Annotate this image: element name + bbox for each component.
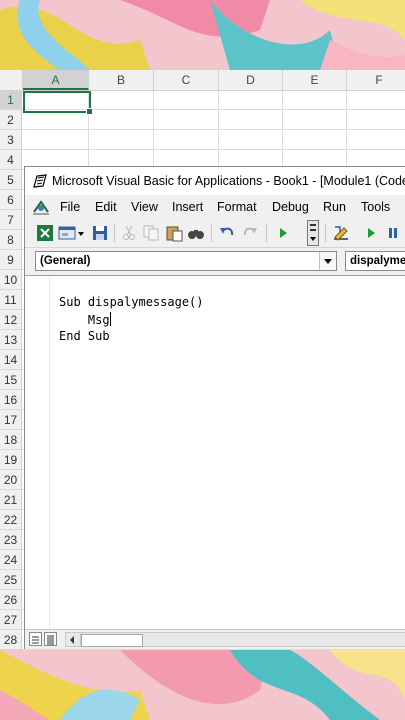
row-header-17[interactable]: 17 [0,410,22,430]
vba-app-icon [33,174,47,188]
row-header-18[interactable]: 18 [0,430,22,450]
row-header-10[interactable]: 10 [0,270,22,290]
row-header-8[interactable]: 8 [0,230,22,250]
vba-editor-window: Microsoft Visual Basic for Applications … [24,166,405,649]
vbe-menu-bar: File Edit View Insert Format Debug Run T… [25,195,405,219]
design-mode-icon[interactable] [332,224,350,242]
column-header-b[interactable]: B [89,70,154,90]
row-header-3[interactable]: 3 [0,130,22,150]
menu-edit[interactable]: Edit [95,195,117,219]
toolbar-grip-icon[interactable] [307,220,319,246]
object-dropdown[interactable]: (General) [35,251,337,271]
undo-icon[interactable] [218,224,236,242]
column-header-d[interactable]: D [219,70,283,90]
row-header-2[interactable]: 2 [0,110,22,130]
select-all-corner[interactable] [0,70,23,90]
cut-icon[interactable] [120,224,138,242]
procedure-dropdown[interactable]: dispalymessage [345,251,405,271]
row-header-1[interactable]: 1 [0,90,22,110]
procedure-view-icon [32,636,39,644]
active-cell-a1[interactable] [23,91,93,115]
insert-userform-icon[interactable] [58,224,76,242]
row-header-25[interactable]: 25 [0,570,22,590]
menu-file[interactable]: File [60,195,80,219]
break-icon[interactable] [384,224,402,242]
code-margin-indicator-bar[interactable] [25,276,50,634]
row-header-19[interactable]: 19 [0,450,22,470]
column-header-c[interactable]: C [154,70,219,90]
find-icon[interactable] [187,224,205,242]
fill-handle[interactable] [86,108,93,115]
menu-tools[interactable]: Tools [361,195,390,219]
row-header-22[interactable]: 22 [0,510,22,530]
column-header-f[interactable]: F [347,70,405,90]
row-header-26[interactable]: 26 [0,590,22,610]
row-header-21[interactable]: 21 [0,490,22,510]
procedure-view-button[interactable] [29,632,42,646]
menu-format[interactable]: Format [217,195,257,219]
horizontal-scrollbar[interactable] [65,632,405,647]
run-macro-icon[interactable] [362,224,380,242]
menu-view[interactable]: View [131,195,158,219]
excel-view-icon[interactable] [36,224,54,242]
code-window-bottom-bar [25,629,405,649]
run-icon[interactable] [274,224,292,242]
menu-debug[interactable]: Debug [272,195,309,219]
row-header-28[interactable]: 28 [0,630,22,650]
redo-icon[interactable] [241,224,259,242]
procedure-dropdown-value: dispalymessage [350,255,405,267]
row-header-24[interactable]: 24 [0,550,22,570]
code-line-end-sub[interactable]: End Sub [59,329,110,343]
row-header-4[interactable]: 4 [0,150,22,170]
row-header-12[interactable]: 12 [0,310,22,330]
row-gridline [22,129,405,130]
code-editor[interactable]: Sub dispalymessage() Msg End Sub [25,275,405,634]
column-header-a[interactable]: A [23,70,89,90]
row-header-16[interactable]: 16 [0,390,22,410]
menu-run[interactable]: Run [323,195,346,219]
vbe-standard-toolbar [25,219,405,248]
row-header-11[interactable]: 11 [0,290,22,310]
paste-icon[interactable] [165,224,183,242]
dropdown-arrow-icon[interactable] [76,224,86,242]
full-module-view-icon [47,635,54,645]
row-header-23[interactable]: 23 [0,530,22,550]
scroll-left-icon[interactable] [66,633,81,646]
row-header-27[interactable]: 27 [0,610,22,630]
row-header-15[interactable]: 15 [0,370,22,390]
row-header-14[interactable]: 14 [0,350,22,370]
row-header-13[interactable]: 13 [0,330,22,350]
row-header-9[interactable]: 9 [0,250,22,270]
vba-project-icon[interactable] [32,199,50,215]
vbe-title-bar[interactable]: Microsoft Visual Basic for Applications … [25,167,405,195]
code-line-msg[interactable]: Msg [59,312,111,327]
row-header-6[interactable]: 6 [0,190,22,210]
scroll-thumb[interactable] [81,634,143,647]
object-dropdown-value: (General) [40,255,91,267]
text-cursor [109,312,111,326]
row-header-7[interactable]: 7 [0,210,22,230]
code-line-msg-text: Msg [59,313,110,327]
row-gridline [22,149,405,150]
row-header-20[interactable]: 20 [0,470,22,490]
row-header-5[interactable]: 5 [0,170,22,190]
full-module-view-button[interactable] [44,632,57,646]
vbe-title-text: Microsoft Visual Basic for Applications … [52,174,405,188]
copy-icon[interactable] [142,224,160,242]
column-header-e[interactable]: E [283,70,347,90]
row-gridline [22,649,405,650]
save-icon[interactable] [91,224,109,242]
code-window-combos: (General) dispalymessage [25,248,405,274]
chevron-down-icon[interactable] [319,252,336,270]
code-line-sub[interactable]: Sub dispalymessage() [59,295,204,309]
menu-insert[interactable]: Insert [172,195,203,219]
column-header-bar: A B C D E F [0,70,405,91]
